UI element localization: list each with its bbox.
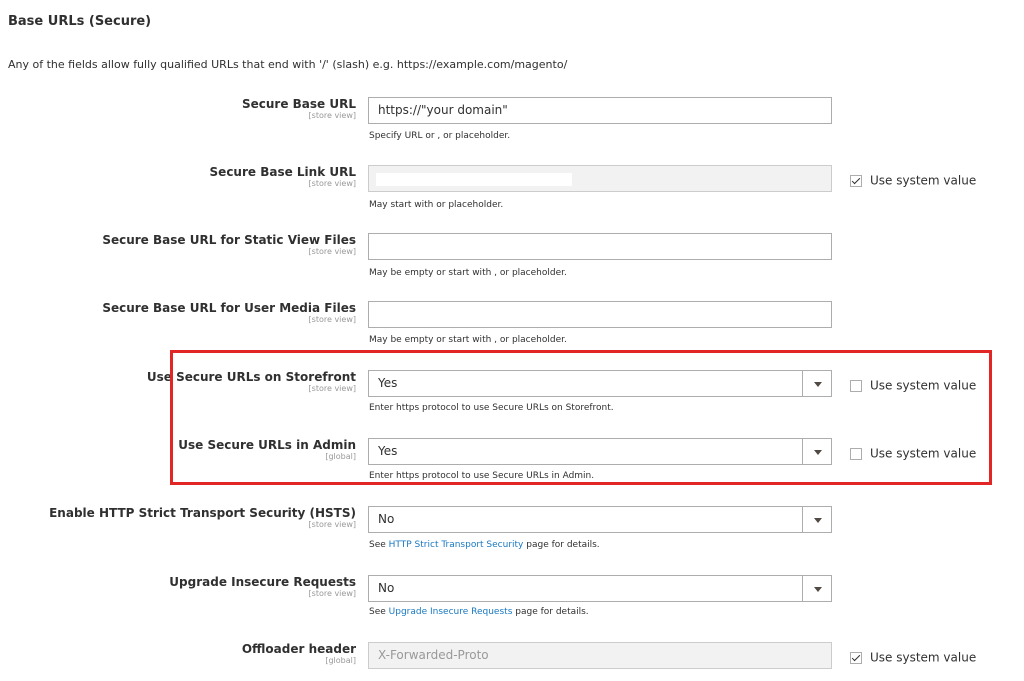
field-label: Use Secure URLs on Storefront <box>146 370 356 384</box>
hsts-link[interactable]: HTTP Strict Transport Security <box>389 540 524 550</box>
hsts-label-group: Enable HTTP Strict Transport Security (H… <box>49 506 356 530</box>
scope-label: [global] <box>325 452 356 461</box>
secure-media-url-input[interactable] <box>368 301 832 328</box>
use-secure-frontend-label-group: Use Secure URLs on Storefront [store vie… <box>147 370 356 394</box>
use-system-value-label: Use system value <box>870 650 977 665</box>
use-system-value-toggle[interactable]: Use system value <box>850 647 977 665</box>
scope-label: [store view] <box>308 247 356 256</box>
secure-static-url-input[interactable] <box>368 233 832 260</box>
upgrade-insecure-select[interactable]: No <box>368 575 832 602</box>
field-label: Secure Base Link URL <box>209 165 356 179</box>
note-prefix: See <box>369 540 389 550</box>
chevron-down-icon <box>814 382 822 387</box>
field-note: May be empty or start with , or placehol… <box>369 335 567 345</box>
field-label: Upgrade Insecure Requests <box>169 575 356 589</box>
scope-label: [store view] <box>308 179 356 188</box>
use-secure-admin-select[interactable]: Yes <box>368 438 832 465</box>
note-prefix: See <box>369 607 389 617</box>
secure-base-link-url-input[interactable] <box>368 165 832 192</box>
field-note: Specify URL or , or placeholder. <box>369 131 511 141</box>
use-system-value-checkbox[interactable] <box>850 379 862 392</box>
field-note: Enter https protocol to use Secure URLs … <box>369 403 614 413</box>
use-system-value-toggle[interactable]: Use system value <box>850 375 977 393</box>
use-system-value-checkbox[interactable] <box>850 651 862 664</box>
upgrade-insecure-link[interactable]: Upgrade Insecure Requests <box>389 607 513 617</box>
selected-value: No <box>378 512 395 526</box>
dropdown-toggle[interactable] <box>802 439 831 464</box>
offloader-header-row: Offloader header [global] X-Forwarded-Pr… <box>0 642 1024 672</box>
selected-value: No <box>378 581 395 595</box>
use-system-value-label: Use system value <box>870 173 977 188</box>
field-note: See HTTP Strict Transport Security page … <box>369 540 600 550</box>
field-label: Use Secure URLs in Admin <box>178 438 356 452</box>
field-note: May be empty or start with , or placehol… <box>369 268 567 278</box>
hsts-select[interactable]: No <box>368 506 832 533</box>
dropdown-toggle[interactable] <box>802 371 831 396</box>
field-label: Secure Base URL for Static View Files <box>102 233 356 247</box>
chevron-down-icon <box>814 587 822 592</box>
offloader-header-label-group: Offloader header [global] <box>242 642 356 666</box>
secure-base-url-row: Secure Base URL [store view] https://"yo… <box>0 97 1024 157</box>
field-note: See Upgrade Insecure Requests page for d… <box>369 607 589 617</box>
use-secure-admin-label-group: Use Secure URLs in Admin [global] <box>178 438 356 462</box>
use-system-value-label: Use system value <box>870 378 977 393</box>
selected-value: Yes <box>378 376 398 390</box>
field-label: Offloader header <box>241 642 356 656</box>
use-secure-admin-row: Use Secure URLs in Admin [global] Yes Us… <box>0 438 1024 498</box>
secure-base-link-url-row: Secure Base Link URL [store view] Use sy… <box>0 165 1024 225</box>
scope-label: [store view] <box>308 520 356 529</box>
use-system-value-toggle[interactable]: Use system value <box>850 170 977 188</box>
use-secure-frontend-row: Use Secure URLs on Storefront [store vie… <box>0 370 1024 430</box>
dropdown-toggle[interactable] <box>802 507 831 532</box>
secure-base-link-url-label-group: Secure Base Link URL [store view] <box>210 165 356 189</box>
scope-label: [store view] <box>308 315 356 324</box>
scope-label: [store view] <box>308 589 356 598</box>
scope-label: [store view] <box>308 384 356 393</box>
section-title: Base URLs (Secure) <box>8 14 152 29</box>
offloader-header-input[interactable]: X-Forwarded-Proto <box>368 642 832 669</box>
section-note: Any of the fields allow fully qualified … <box>8 58 568 71</box>
field-label: Enable HTTP Strict Transport Security (H… <box>49 506 356 520</box>
field-note: Enter https protocol to use Secure URLs … <box>369 471 595 481</box>
secure-base-url-label-group: Secure Base URL [store view] <box>242 97 356 121</box>
note-suffix: page for details. <box>523 540 600 550</box>
dropdown-toggle[interactable] <box>802 576 831 601</box>
use-system-value-label: Use system value <box>870 446 977 461</box>
chevron-down-icon <box>814 450 822 455</box>
secure-static-url-row: Secure Base URL for Static View Files [s… <box>0 233 1024 293</box>
secure-media-url-label-group: Secure Base URL for User Media Files [st… <box>102 301 356 325</box>
scope-label: [global] <box>325 656 356 665</box>
hsts-row: Enable HTTP Strict Transport Security (H… <box>0 506 1024 566</box>
use-secure-frontend-select[interactable]: Yes <box>368 370 832 397</box>
upgrade-insecure-row: Upgrade Insecure Requests [store view] N… <box>0 575 1024 635</box>
blank-value-bar <box>376 173 572 186</box>
chevron-down-icon <box>814 518 822 523</box>
selected-value: Yes <box>378 444 398 458</box>
upgrade-insecure-label-group: Upgrade Insecure Requests [store view] <box>169 575 356 599</box>
field-label: Secure Base URL for User Media Files <box>102 301 356 315</box>
note-suffix: page for details. <box>512 607 589 617</box>
secure-media-url-row: Secure Base URL for User Media Files [st… <box>0 301 1024 361</box>
use-system-value-checkbox[interactable] <box>850 447 862 460</box>
field-label: Secure Base URL <box>241 97 356 111</box>
scope-label: [store view] <box>308 111 356 120</box>
field-note: May start with or placeholder. <box>369 200 504 210</box>
secure-base-url-input[interactable]: https://"your domain" <box>368 97 832 124</box>
use-system-value-checkbox[interactable] <box>850 174 862 187</box>
secure-static-url-label-group: Secure Base URL for Static View Files [s… <box>102 233 356 257</box>
use-system-value-toggle[interactable]: Use system value <box>850 443 977 461</box>
